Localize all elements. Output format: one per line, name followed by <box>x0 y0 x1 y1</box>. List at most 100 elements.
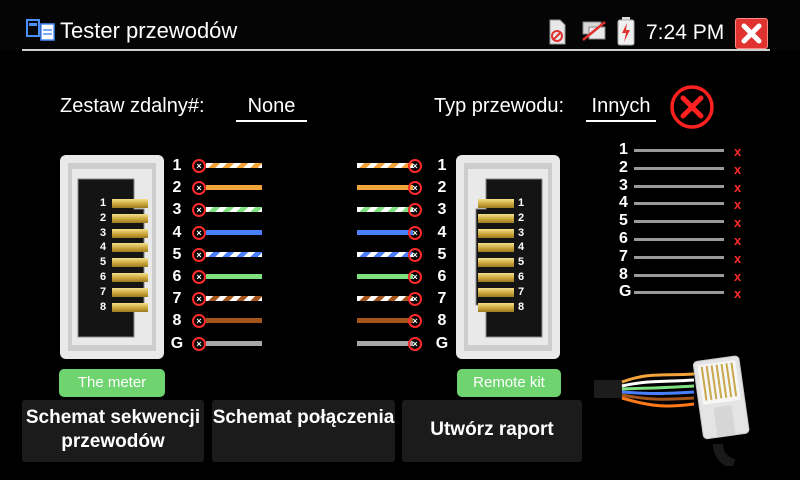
wire-remote <box>357 251 413 257</box>
local-fault-icon: × <box>192 159 206 173</box>
network-disconnected-icon <box>582 21 606 41</box>
pin-number: 8 <box>100 300 107 313</box>
pin-number: 7 <box>100 285 107 298</box>
pin-number: 1 <box>518 197 525 209</box>
wire-number-local: 4 <box>172 223 182 241</box>
wire-number-remote: G <box>435 334 449 352</box>
wire-number-local: G <box>170 334 184 352</box>
remote-value[interactable]: None <box>236 95 307 122</box>
remote-fault-icon: × <box>408 159 422 173</box>
remote-fault-icon: × <box>408 203 422 218</box>
local-connector: 1 2 3 4 5 6 7 8 <box>60 155 164 359</box>
clock: 7:24 PM <box>646 21 725 44</box>
wire-number-remote: 4 <box>437 223 447 241</box>
remote-fault-icon: × <box>408 247 422 262</box>
wire-remote <box>357 185 413 191</box>
pin-number: 5 <box>100 256 107 269</box>
local-fault-icon: × <box>192 247 206 262</box>
pin-number: 6 <box>100 271 107 283</box>
result-label: 7 <box>619 247 628 265</box>
wire-number-remote: 8 <box>437 312 447 330</box>
connector-pin <box>112 213 148 223</box>
remote-fault-icon: × <box>408 225 422 240</box>
title-divider <box>22 49 770 51</box>
result-label: 1 <box>619 141 628 158</box>
connector-pin <box>478 213 514 223</box>
local-fault-icon: × <box>192 270 206 284</box>
remote-kit-tag: Remote kit <box>457 369 561 397</box>
remote-label: Zestaw zdalny#: <box>60 95 205 117</box>
connector-pin <box>112 258 148 268</box>
rj45-cable-image <box>594 355 750 466</box>
result-line <box>634 291 724 295</box>
local-fault-icon: × <box>192 203 206 218</box>
result-label: 5 <box>619 212 628 230</box>
pin-number: 1 <box>100 197 107 209</box>
connector-pin <box>112 287 148 297</box>
wire-number-remote: 3 <box>437 201 447 219</box>
pin-number: 4 <box>518 241 525 254</box>
result-line <box>634 149 724 152</box>
result-fail-mark: x <box>734 250 742 266</box>
result-fail-mark: x <box>734 233 742 248</box>
remote-fault-icon: × <box>408 292 422 307</box>
local-fault-icon: × <box>192 181 206 196</box>
cable-tester-icon <box>26 19 55 41</box>
wire-remote <box>357 296 413 302</box>
pin-number: 4 <box>100 241 107 254</box>
wire-remote <box>357 207 413 213</box>
result-label: 8 <box>619 265 628 283</box>
result-fail-mark: x <box>734 161 742 177</box>
wire-remote <box>357 318 413 324</box>
wire-remote <box>357 163 413 168</box>
pin-number: 2 <box>100 211 107 224</box>
result-label: G <box>619 283 632 301</box>
wire-number-local: 5 <box>172 245 182 263</box>
result-fail-mark: x <box>734 197 742 213</box>
close-icon <box>741 23 762 44</box>
result-line <box>634 166 724 170</box>
pin-number: 3 <box>518 226 525 239</box>
result-line <box>634 220 724 224</box>
remote-fault-icon: × <box>408 336 422 351</box>
result-fail-mark: x <box>734 179 742 195</box>
connector-pin <box>112 199 148 208</box>
wire-local <box>206 318 262 324</box>
remote-connector: 1 2 3 4 5 6 7 8 <box>456 155 560 359</box>
result-fail-mark: x <box>734 144 742 159</box>
wire-local <box>206 229 262 235</box>
connection-diagram-button[interactable]: Schemat połączenia <box>212 400 395 462</box>
result-line <box>634 184 724 188</box>
wire-number-remote: 1 <box>437 157 447 174</box>
meter-tag: The meter <box>59 369 165 397</box>
connector-pin <box>478 258 514 268</box>
connector-pin <box>478 243 514 253</box>
wire-number-remote: 5 <box>437 245 447 263</box>
local-fault-icon: × <box>192 292 206 307</box>
create-report-button[interactable]: Utwórz raport <box>402 400 582 462</box>
close-button[interactable] <box>735 18 768 49</box>
result-line <box>634 238 724 241</box>
result-line <box>634 255 724 259</box>
wiring-sequence-button[interactable]: Schemat sekwencji przewodów <box>22 400 204 462</box>
wire-local <box>206 251 262 257</box>
wire-number-remote: 2 <box>437 179 447 197</box>
wire-number-local: 3 <box>172 201 182 219</box>
wire-remote <box>357 274 413 279</box>
wire-number-local: 7 <box>172 290 182 308</box>
result-label: 4 <box>619 194 628 212</box>
wire-remote <box>357 340 413 346</box>
pin-number: 8 <box>518 300 525 313</box>
wire-number-remote: 6 <box>437 268 447 285</box>
wire-number-local: 2 <box>172 179 182 197</box>
connector-pin <box>112 228 148 238</box>
remote-fault-icon: × <box>408 314 422 329</box>
cable-type-label: Typ przewodu: <box>434 95 565 117</box>
wire-remote <box>357 229 413 235</box>
connector-pin <box>112 243 148 253</box>
cable-type-value[interactable]: Innych <box>586 95 656 122</box>
rj45-port-graphic <box>456 155 560 359</box>
wire-number-local: 8 <box>172 312 182 330</box>
rj45-port-graphic <box>60 155 164 359</box>
error-circle-icon <box>670 85 714 129</box>
